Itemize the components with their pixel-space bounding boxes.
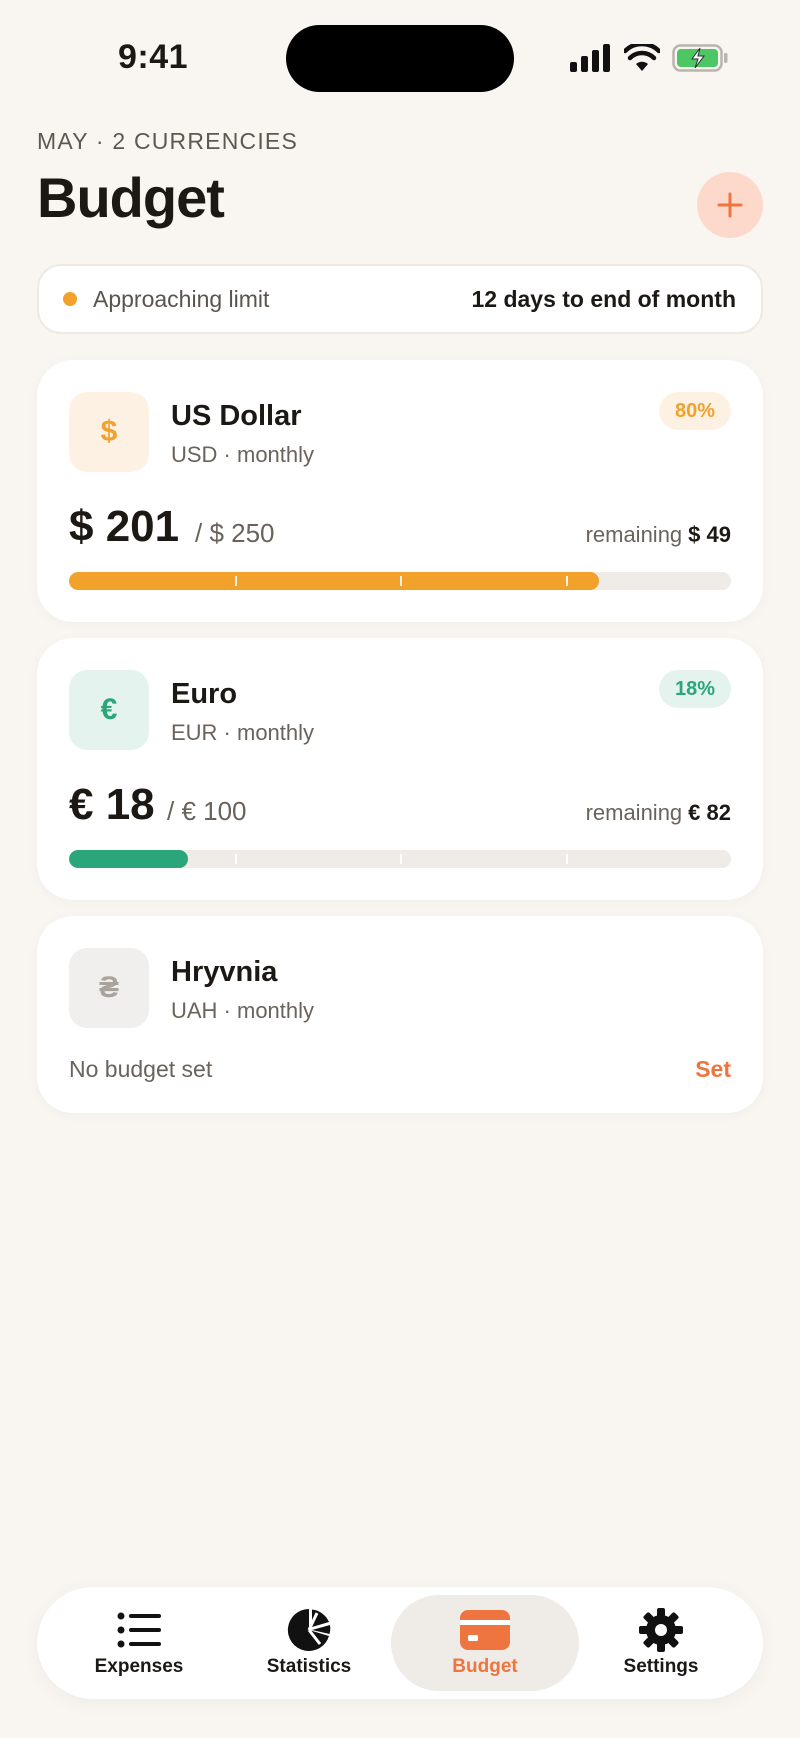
page-subtitle: MAY · 2 CURRENCIES <box>37 128 299 154</box>
wifi-icon <box>624 44 660 71</box>
amount-row: € 18 / € 100 remaining € 82 <box>69 778 731 838</box>
remaining-amount: remaining € 82 <box>586 800 731 826</box>
page-title: Budget <box>37 166 225 229</box>
percent-badge: 18% <box>658 670 731 708</box>
set-budget-link[interactable]: Set <box>695 1056 731 1083</box>
budget-progress-bar <box>69 572 731 590</box>
status-time: 9:41 <box>118 38 189 76</box>
battery-charging-icon <box>672 44 728 72</box>
plus-icon <box>717 192 743 218</box>
currency-period: EUR · monthly <box>171 720 315 745</box>
tab-label: Statistics <box>266 1656 352 1677</box>
budget-card-uah[interactable]: ₴ Hryvnia UAH · monthly No budget set Se… <box>37 916 763 1113</box>
remaining-value: € 82 <box>688 800 731 825</box>
days-remaining-text: 12 days to end of month <box>471 285 736 312</box>
progress-tick <box>234 854 237 864</box>
hryvnia-icon: ₴ <box>69 948 149 1028</box>
amount-row: $ 201 / $ 250 remaining $ 49 <box>69 500 731 560</box>
limit-amount: / $ 250 <box>195 518 275 548</box>
tab-statistics[interactable]: Statistics <box>215 1595 403 1691</box>
tab-bar: Expenses Statistics Budget Settings <box>37 1587 763 1699</box>
tab-budget[interactable]: Budget <box>391 1595 579 1691</box>
budget-card-eur[interactable]: € Euro EUR · monthly 18% € 18 / € 100 re… <box>37 638 763 900</box>
progress-tick <box>565 854 568 864</box>
currency-name: US Dollar <box>171 400 302 432</box>
limit-amount: / € 100 <box>167 796 247 826</box>
card-icon <box>460 1608 510 1652</box>
progress-fill <box>69 572 599 590</box>
progress-tick <box>400 854 402 864</box>
tab-settings[interactable]: Settings <box>567 1595 755 1691</box>
gear-icon <box>639 1608 683 1652</box>
budget-progress-bar <box>69 850 731 868</box>
progress-tick <box>400 576 402 586</box>
tab-label: Settings <box>623 1656 699 1677</box>
cellular-signal-icon <box>570 44 610 72</box>
progress-tick <box>234 576 237 586</box>
status-bar: 9:41 <box>0 0 800 110</box>
currency-name: Hryvnia <box>171 956 278 988</box>
spent-amount: $ 201 <box>69 502 180 551</box>
euro-icon: € <box>69 670 149 750</box>
alert-text: Approaching limit <box>93 285 270 312</box>
percent-badge: 80% <box>658 392 731 430</box>
limit-alert-banner: Approaching limit 12 days to end of mont… <box>37 264 763 334</box>
currency-name: Euro <box>171 678 238 710</box>
list-icon <box>117 1608 161 1652</box>
remaining-label: remaining <box>585 800 683 825</box>
tab-expenses[interactable]: Expenses <box>45 1595 233 1691</box>
page-header: MAY · 2 CURRENCIES Budget <box>37 128 763 238</box>
dynamic-island <box>286 25 514 92</box>
pie-chart-icon <box>287 1608 331 1652</box>
spent-amount: € 18 <box>69 780 155 829</box>
tab-label: Expenses <box>94 1656 184 1677</box>
add-budget-button[interactable] <box>697 172 763 238</box>
dollar-icon: $ <box>69 392 149 472</box>
progress-fill <box>69 850 189 868</box>
currency-period: UAH · monthly <box>171 998 315 1023</box>
progress-tick <box>565 576 568 586</box>
remaining-label: remaining <box>585 522 683 547</box>
status-icons <box>570 44 728 72</box>
currency-period: USD · monthly <box>171 442 315 467</box>
budget-card-usd[interactable]: $ US Dollar USD · monthly 80% $ 201 / $ … <box>37 360 763 622</box>
remaining-amount: remaining $ 49 <box>586 522 731 548</box>
warning-dot-icon <box>63 292 77 306</box>
no-budget-text: No budget set <box>69 1056 213 1082</box>
remaining-value: $ 49 <box>688 522 731 547</box>
tab-label: Budget <box>452 1656 518 1677</box>
